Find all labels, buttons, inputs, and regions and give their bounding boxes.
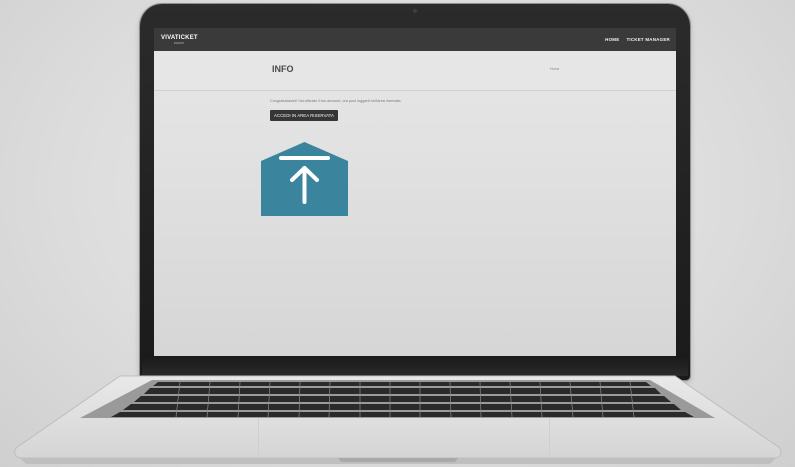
laptop-deck: [14, 375, 782, 464]
trackpad[interactable]: [258, 418, 550, 458]
laptop-frame: VIVATICKET EVENTS HOME TICKET MANAGER IN…: [0, 0, 795, 467]
